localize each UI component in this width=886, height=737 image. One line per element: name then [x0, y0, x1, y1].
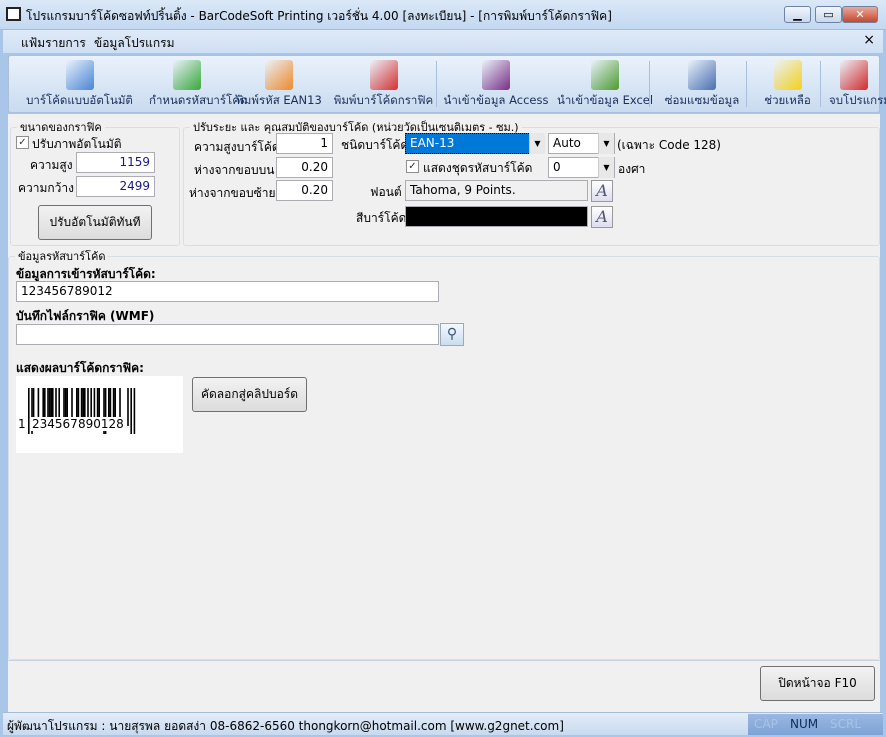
- toolbar-button-mdb-file[interactable]: นำเข้าข้อมูล Access: [441, 56, 551, 112]
- main-form: ขนาดของกราฟิค ✓ ปรับภาพอัตโนมัติ ความสูง…: [8, 114, 880, 712]
- barcode-digits-right: 890128: [77, 417, 125, 431]
- key-indicators: CAP NUM SCRL: [748, 714, 883, 735]
- title-bar: โปรแกรมบาร์โค้ดซอฟท์ปริ้นติ้ง - BarCodeS…: [0, 0, 886, 30]
- toolbar-button-orange-folder[interactable]: พิมพ์รหัส EAN13: [229, 56, 329, 112]
- toolbar-button-blue-folder[interactable]: บาร์โค้ดแบบอัตโนมัติ: [17, 56, 142, 112]
- barcode-digits-left: 234567: [31, 417, 79, 431]
- barcode-data-input[interactable]: 123456789012: [16, 281, 439, 302]
- bar-color-label: สีบาร์โค้ด: [356, 211, 407, 225]
- toolbar-button-label: นำเข้าข้อมูล Access: [443, 93, 549, 107]
- repair-monitor-icon: [688, 60, 716, 90]
- graphic-width-input[interactable]: 2499: [76, 176, 155, 197]
- green-folder-icon: [172, 60, 201, 90]
- barcode-type-select[interactable]: EAN-13: [405, 133, 545, 154]
- toolbar-separator: [649, 61, 650, 107]
- barcode-bar: [127, 388, 129, 426]
- selected-value: EAN-13: [410, 136, 455, 150]
- height-label: ความสูง: [30, 158, 73, 172]
- menu-file[interactable]: แฟ้มรายการ: [21, 34, 86, 53]
- toolbar-button-label: ช่วยเหลือ: [764, 93, 811, 107]
- close-window-button[interactable]: ✕: [842, 6, 878, 23]
- left-margin-label: ห่างจากขอบซ้าย: [189, 186, 276, 200]
- chevron-down-icon[interactable]: ▼: [529, 133, 545, 154]
- font-picker-button[interactable]: A: [591, 180, 613, 202]
- auto-adjust-now-button[interactable]: ปรับอัตโนมัติทันที: [38, 205, 152, 240]
- top-margin-input[interactable]: 0.20: [276, 157, 333, 178]
- barcode-type-label: ชนิดบาร์โค้ด: [341, 138, 409, 152]
- chevron-down-icon[interactable]: ▼: [598, 157, 614, 178]
- toolbar-button-label: นำเข้าข้อมูล Excel: [556, 93, 654, 107]
- auto-adjust-checkbox[interactable]: ✓: [16, 136, 29, 149]
- width-label: ความกว้าง: [18, 181, 75, 195]
- scrl-indicator: SCRL: [830, 717, 862, 731]
- chevron-down-icon[interactable]: ▼: [598, 133, 614, 154]
- lightbulb-icon: [773, 60, 802, 90]
- copy-to-clipboard-button[interactable]: คัดลอกสู่คลิปบอร์ด: [192, 377, 307, 412]
- toolbar-button-label: บาร์โค้ดแบบอัตโนมัติ: [26, 93, 133, 107]
- window-title: โปรแกรมบาร์โค้ดซอฟท์ปริ้นติ้ง - BarCodeS…: [26, 9, 612, 23]
- red-folder-icon: [369, 60, 398, 90]
- toolbar-button-label: กำหนดรหัสบาร์โค้ด: [149, 93, 248, 107]
- toolbar-button-label: พิมพ์รหัส EAN13: [236, 93, 322, 107]
- mdi-close-button[interactable]: ×: [863, 32, 875, 48]
- toolbar-button-green-folder[interactable]: กำหนดรหัสบาร์โค้ด: [149, 56, 248, 112]
- toolbar-separator: [436, 61, 437, 107]
- font-label: ฟอนต์: [370, 185, 402, 199]
- power-icon: [840, 60, 868, 90]
- xls-file-icon: [591, 60, 619, 90]
- toolbar-button-label: จบโปรแกรม: [829, 93, 886, 107]
- minimize-button[interactable]: ▁: [784, 6, 811, 23]
- num-indicator: NUM: [790, 717, 819, 731]
- group-title: ข้อมูลรหัสบาร์โค้ด: [18, 250, 106, 263]
- toolbar-button-power[interactable]: จบโปรแกรม: [829, 56, 886, 112]
- selected-value: Auto: [553, 136, 581, 150]
- toolbar-button-label: พิมพ์บาร์โค้ดกราฟิค: [333, 93, 434, 107]
- graphic-height-input[interactable]: 1159: [76, 152, 155, 173]
- toolbar-button-label: ซ่อมแซมข้อมูล: [664, 93, 740, 107]
- toolbar-button-repair-monitor[interactable]: ซ่อมแซมข้อมูล: [657, 56, 747, 112]
- bar-color-swatch: [405, 206, 588, 227]
- barcode-preview: 1 234567 890128: [16, 376, 183, 453]
- close-screen-button[interactable]: ปิดหน้าจอ F10: [760, 666, 875, 701]
- toolbar: บาร์โค้ดแบบอัตโนมัติ กำหนดรหัสบาร์โค้ด พิม…: [8, 55, 886, 113]
- app-icon: [6, 7, 21, 21]
- wmf-file-input[interactable]: [16, 324, 439, 345]
- angle-unit-label: องศา: [618, 162, 646, 176]
- selected-value: 0: [553, 160, 561, 174]
- top-margin-label: ห่างจากขอบบน: [194, 163, 275, 177]
- barcode-bar: [130, 388, 132, 434]
- bar-height-label: ความสูงบาร์โค้ด: [194, 140, 280, 154]
- barcode-bar: [28, 388, 30, 434]
- color-picker-button[interactable]: A: [591, 206, 613, 228]
- barcode-bar: [133, 388, 136, 434]
- toolbar-separator: [746, 61, 747, 107]
- orange-folder-icon: [265, 60, 293, 90]
- toolbar-button-lightbulb[interactable]: ช่วยเหลือ: [755, 56, 820, 112]
- search-icon[interactable]: ⚲: [440, 323, 464, 346]
- status-bar: ผู้พัฒนาโปรแกรม : นายสุรพล ยอดสง่า 08-68…: [3, 712, 883, 735]
- menu-program-info[interactable]: ข้อมูลโปรแกรม: [94, 34, 175, 53]
- barcode-image: [28, 388, 136, 434]
- subset-note: (เฉพาะ Code 128): [617, 138, 721, 152]
- left-margin-input[interactable]: 0.20: [276, 180, 333, 201]
- bar-height-input[interactable]: 1: [276, 133, 333, 154]
- toolbar-button-xls-file[interactable]: นำเข้าข้อมูล Excel: [556, 56, 654, 112]
- divider: [8, 660, 880, 661]
- maximize-button[interactable]: ▭: [815, 6, 842, 23]
- blue-folder-icon: [65, 60, 94, 90]
- developer-info: ผู้พัฒนาโปรแกรม : นายสุรพล ยอดสง่า 08-68…: [7, 719, 564, 733]
- group-title: ขนาดของกราฟิค: [20, 121, 102, 134]
- cap-indicator: CAP: [754, 717, 778, 731]
- mdb-file-icon: [482, 60, 510, 90]
- toolbar-separator: [820, 61, 821, 107]
- show-code-checkbox[interactable]: ✓: [406, 160, 419, 173]
- toolbar-button-red-folder[interactable]: พิมพ์บาร์โค้ดกราฟิค: [331, 56, 436, 112]
- font-display: Tahoma, 9 Points.: [405, 180, 588, 201]
- barcode-digit-first: 1: [18, 417, 26, 431]
- show-code-label: แสดงชุดรหัสบาร์โค้ด: [423, 161, 533, 175]
- menu-bar: แฟ้มรายการ ข้อมูลโปรแกรม ×: [3, 30, 883, 53]
